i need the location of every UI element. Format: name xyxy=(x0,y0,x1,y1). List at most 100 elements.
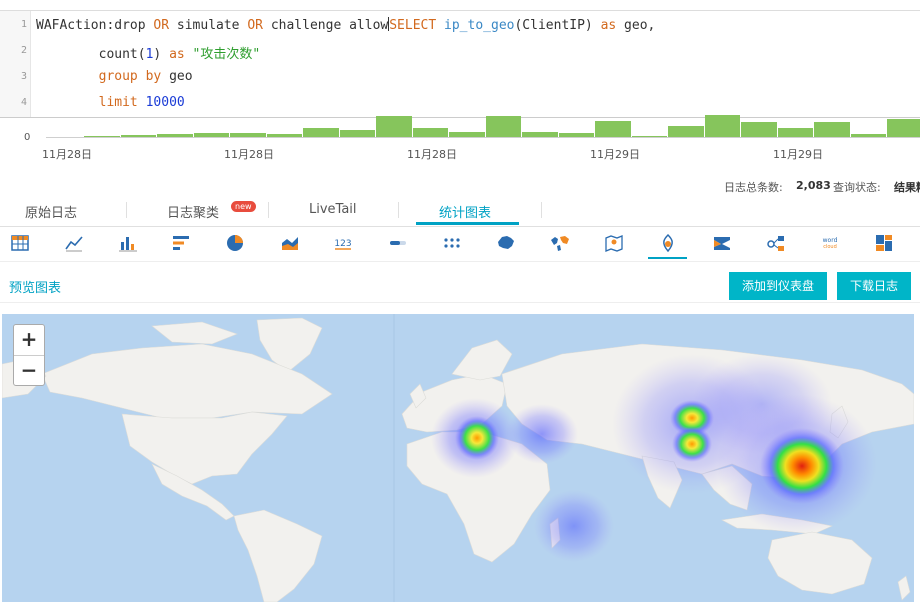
add-to-dashboard-button[interactable]: 添加到仪表盘 xyxy=(729,272,827,300)
flow-chart-icon[interactable] xyxy=(765,232,787,254)
zoom-out-button[interactable]: − xyxy=(14,356,44,386)
code-line[interactable]: WAFAction:drop OR simulate OR challenge … xyxy=(36,17,655,33)
histogram-bar[interactable] xyxy=(814,121,850,137)
code-token: SELECT xyxy=(389,18,437,33)
code-token: geo xyxy=(161,69,193,84)
svg-text:123: 123 xyxy=(334,239,351,249)
code-token: limit xyxy=(98,95,138,110)
tab-raw-logs[interactable]: 原始日志 xyxy=(25,202,77,221)
code-token: "攻击次数" xyxy=(192,47,261,62)
y-axis-zero-label: 0 xyxy=(24,132,31,143)
tab-divider xyxy=(126,202,127,218)
histogram-bar[interactable] xyxy=(558,132,594,137)
query-status-label: 查询状态: xyxy=(833,181,881,194)
code-token: as xyxy=(169,47,185,62)
code-token: 10000 xyxy=(145,95,185,110)
histogram-bar[interactable] xyxy=(84,135,120,137)
download-logs-button[interactable]: 下载日志 xyxy=(837,272,911,300)
histogram-bar[interactable] xyxy=(887,119,920,137)
active-tab-indicator xyxy=(416,222,519,225)
line-number: 4 xyxy=(20,97,27,108)
histogram-bar[interactable] xyxy=(412,128,448,137)
histogram-bar[interactable] xyxy=(777,128,813,137)
bar-chart-icon[interactable] xyxy=(117,232,139,254)
line-number: 2 xyxy=(20,45,27,56)
histogram-bar[interactable] xyxy=(522,131,558,137)
total-count-label: 日志总条数: xyxy=(724,181,783,194)
histogram-bar[interactable] xyxy=(595,120,631,137)
log-histogram: 0 xyxy=(0,116,920,174)
code-token: simulate xyxy=(169,18,248,33)
map-chart-icon[interactable] xyxy=(441,232,463,254)
code-token: (ClientIP) xyxy=(514,18,601,33)
query-status-value: 结果精确 xyxy=(894,181,920,194)
sankey-icon[interactable] xyxy=(711,232,733,254)
world-map-canvas xyxy=(2,314,914,602)
single-value-icon[interactable]: 123 xyxy=(332,232,354,254)
tab-divider xyxy=(541,202,542,218)
heatmap-icon[interactable] xyxy=(657,232,679,254)
histogram-bar[interactable] xyxy=(668,126,704,137)
new-badge: new xyxy=(231,201,256,212)
histogram-bar[interactable] xyxy=(193,132,229,137)
histogram-bar[interactable] xyxy=(449,131,485,137)
code-line[interactable]: limit 10000 xyxy=(36,95,185,110)
code-token: OR xyxy=(247,18,263,33)
progress-bar-icon[interactable] xyxy=(387,232,409,254)
tab-statistics-chart[interactable]: 统计图表 xyxy=(439,202,491,221)
chart-type-toolbar: 123 word cloud xyxy=(0,227,920,262)
code-token: group by xyxy=(98,69,162,84)
table-icon[interactable] xyxy=(9,232,31,254)
world-map-icon[interactable] xyxy=(549,232,571,254)
word-cloud-icon[interactable]: word cloud xyxy=(819,232,841,254)
amap-icon[interactable] xyxy=(603,232,625,254)
heatmap-world-map[interactable]: + − xyxy=(2,314,914,602)
code-token: challenge allow xyxy=(263,18,389,33)
code-line[interactable]: count(1) as "攻击次数" xyxy=(36,43,261,62)
histogram-bar[interactable] xyxy=(120,134,156,137)
histogram-bar[interactable] xyxy=(704,115,740,137)
selected-chart-indicator xyxy=(648,257,687,259)
x-tick-label: 11月28日 xyxy=(407,148,457,161)
pie-chart-icon[interactable] xyxy=(224,232,246,254)
zoom-in-button[interactable]: + xyxy=(14,325,44,355)
x-tick-label: 11月29日 xyxy=(773,148,823,161)
line-number: 1 xyxy=(20,19,27,30)
line-number: 3 xyxy=(20,71,27,82)
code-line[interactable]: group by geo xyxy=(36,69,193,84)
heatspot-china xyxy=(760,428,844,504)
tab-divider xyxy=(398,202,399,218)
histogram-bar[interactable] xyxy=(485,116,521,137)
x-tick-label: 11月29日 xyxy=(590,148,640,161)
code-token: OR xyxy=(153,18,170,33)
histogram-bar[interactable] xyxy=(631,135,667,137)
histogram-bar[interactable] xyxy=(339,130,375,137)
area-chart-icon[interactable] xyxy=(279,232,301,254)
histogram-bar[interactable] xyxy=(376,116,412,137)
rect-tree-icon[interactable] xyxy=(873,232,895,254)
histogram-bar[interactable] xyxy=(157,133,193,137)
horizontal-bar-icon[interactable] xyxy=(170,232,192,254)
histogram-baseline xyxy=(46,137,920,138)
china-map-icon[interactable] xyxy=(495,232,517,254)
result-tabs: 原始日志 日志聚类 new LiveTail 统计图表 xyxy=(0,198,920,227)
preview-bar: 预览图表 添加到仪表盘 下载日志 xyxy=(0,262,920,303)
tab-livetail[interactable]: LiveTail xyxy=(309,202,357,217)
tab-log-clustering[interactable]: 日志聚类 xyxy=(167,202,219,221)
x-tick-label: 11月28日 xyxy=(42,148,92,161)
line-chart-icon[interactable] xyxy=(63,232,85,254)
query-editor[interactable]: 1 2 3 4 WAFAction:drop OR simulate OR ch… xyxy=(0,10,920,118)
heatspot-central-europe xyxy=(672,426,712,462)
histogram-bar[interactable] xyxy=(266,133,302,137)
code-token: ip_to_geo xyxy=(444,18,515,33)
histogram-bar[interactable] xyxy=(230,132,266,137)
histogram-bar[interactable] xyxy=(850,133,886,137)
heat-halo xyxy=(534,490,614,562)
histogram-bar[interactable] xyxy=(303,128,339,137)
x-tick-label: 11月28日 xyxy=(224,148,274,161)
histogram-bar[interactable] xyxy=(741,121,777,137)
code-token: as xyxy=(600,18,617,33)
